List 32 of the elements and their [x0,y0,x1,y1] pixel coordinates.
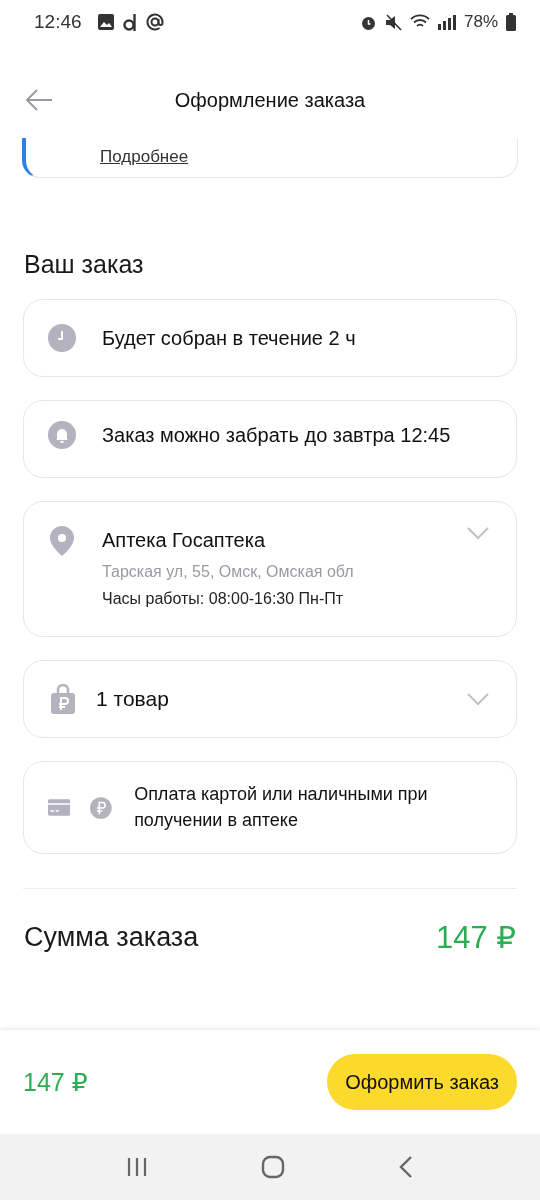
recent-apps-icon[interactable] [126,1156,149,1178]
shopping-bag-icon [50,684,76,714]
credit-card-icon [48,797,71,818]
pharmacy-address: Тарская ул, 55, Омск, Омская обл [102,563,355,581]
order-price: 147 ₽ [23,1067,88,1097]
total-amount: 147 ₽ [435,919,516,956]
bell-icon [48,421,76,449]
opening-hours: Часы работы: 08:00-16:30 Пн-Пт [102,590,345,608]
letter-d-icon [121,13,138,31]
items-count: 1 товар [96,686,170,713]
clock-time: 12:46 [34,11,82,33]
items-card[interactable]: 1 товар [23,660,517,738]
card-title: Будет собран в течение 2 ч [102,326,356,351]
page-title: Оформление заказа [174,88,366,112]
battery-percent: 78% [463,12,498,32]
clock-icon [48,324,76,352]
home-icon[interactable] [261,1155,285,1179]
card-title: Заказ можно забрать до завтра 12:45 [102,423,451,448]
pharmacy-name: Аптека Госаптека [102,528,267,553]
back-icon[interactable] [397,1155,414,1179]
pharmacy-card[interactable]: Аптека Госаптека Тарская ул, 55, Омск, Омская обл Часы работы: 08:00-16:30 Пн-Пт [23,501,517,637]
location-pin-icon [50,526,74,556]
image-icon [97,14,114,30]
place-order-button[interactable]: Оформить заказ [327,1054,517,1110]
at-sign-icon [145,13,164,31]
section-title: Ваш заказ [24,250,145,279]
battery-icon [506,13,516,31]
details-link[interactable]: Подробнее [100,147,189,167]
signal-icon [437,14,456,30]
payment-text: Оплата картой или наличными при получении в аптеке [134,783,429,832]
mute-icon [384,13,402,31]
total-label: Сумма заказа [24,922,199,953]
